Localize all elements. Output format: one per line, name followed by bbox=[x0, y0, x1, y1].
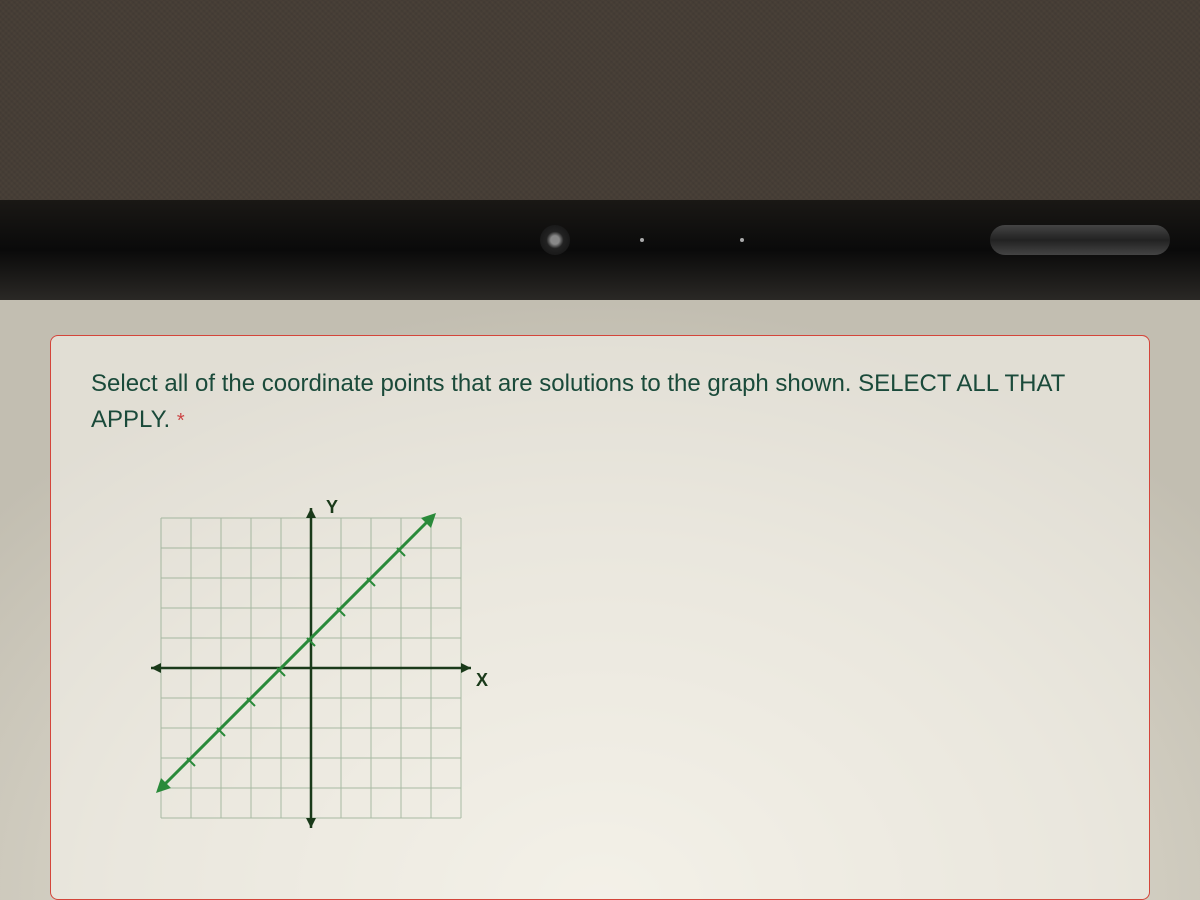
question-text: Select all of the coordinate points that… bbox=[91, 366, 1109, 438]
background-fabric bbox=[0, 0, 1200, 200]
question-prompt: Select all of the coordinate points that… bbox=[91, 370, 1065, 433]
laptop-hinge bbox=[990, 225, 1170, 255]
laptop-screen: Select all of the coordinate points that… bbox=[0, 300, 1200, 900]
bezel-indicator bbox=[740, 238, 744, 242]
axes bbox=[151, 508, 471, 828]
question-card: Select all of the coordinate points that… bbox=[50, 335, 1150, 900]
y-axis-label: Y bbox=[326, 497, 338, 517]
required-asterisk: * bbox=[177, 410, 185, 432]
graph-svg: Y X bbox=[111, 468, 511, 868]
coordinate-graph: Y X bbox=[111, 468, 511, 868]
plotted-line bbox=[156, 513, 436, 793]
webcam bbox=[540, 225, 570, 255]
bezel-indicator bbox=[640, 238, 644, 242]
x-axis-label: X bbox=[476, 670, 488, 690]
